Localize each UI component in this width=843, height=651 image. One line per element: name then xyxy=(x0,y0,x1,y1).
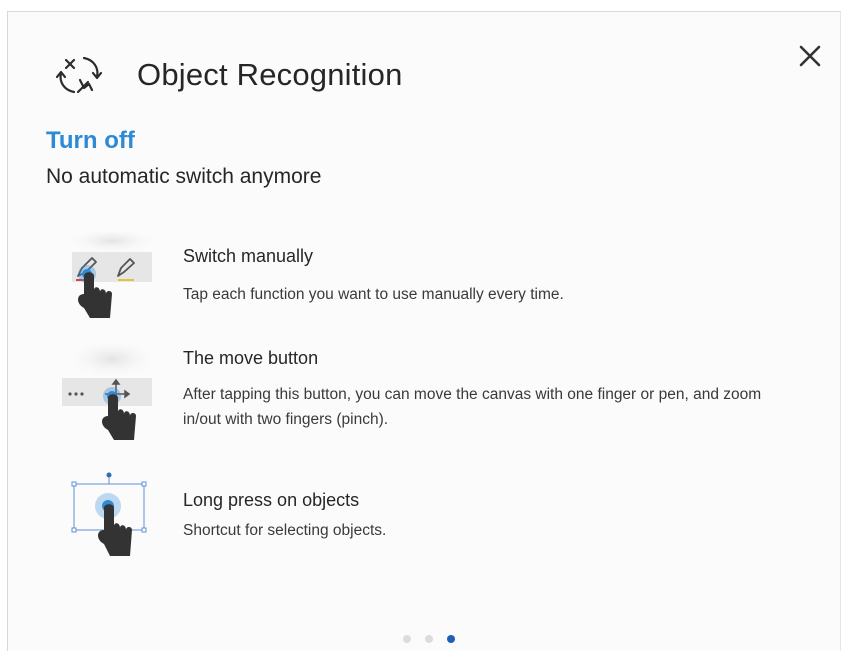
pagination-dots xyxy=(403,635,455,645)
dialog-title: Object Recognition xyxy=(137,57,403,92)
section-subheading: No automatic switch anymore xyxy=(46,165,322,188)
feature-title: Switch manually xyxy=(183,246,314,266)
section-heading: Turn off xyxy=(46,127,135,154)
page-dot[interactable] xyxy=(403,635,411,643)
feature-description: Tap each function you want to use manual… xyxy=(183,286,564,303)
long-press-illustration xyxy=(71,472,147,556)
feature-title: The move button xyxy=(183,348,319,368)
switch-manually-illustration xyxy=(72,232,152,318)
close-icon[interactable] xyxy=(795,41,825,71)
page-dot-active[interactable] xyxy=(447,635,455,643)
feature-description: Shortcut for selecting objects. xyxy=(183,522,387,539)
move-button-illustration xyxy=(62,342,152,440)
auto-switch-icon xyxy=(55,56,103,94)
feature-description: After tapping this button, you can move … xyxy=(183,386,762,428)
page-dot[interactable] xyxy=(425,635,433,643)
feature-title: Long press on objects xyxy=(183,490,360,510)
